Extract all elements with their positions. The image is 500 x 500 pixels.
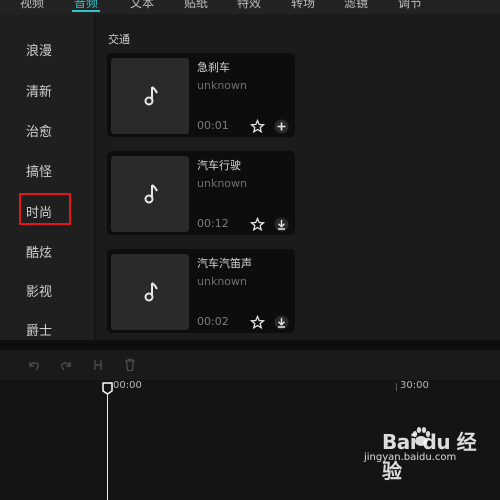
playhead-line[interactable] [107, 392, 108, 500]
timeline-toolbar [0, 350, 500, 380]
watermark-url: jingyan.baidu.com [364, 452, 457, 463]
audio-title: 汽车行驶 [197, 159, 241, 172]
audio-card[interactable]: 汽车行驶 unknown 00:12 [107, 151, 295, 235]
sidebar-item-funny[interactable]: 搞怪 [26, 161, 52, 180]
tab-video[interactable]: 视频 [20, 0, 44, 11]
ruler-start-label: 00:00 [113, 380, 142, 391]
plus-icon[interactable] [274, 119, 289, 134]
tab-text[interactable]: 文本 [130, 0, 154, 11]
audio-thumbnail[interactable] [111, 254, 189, 330]
section-title: 交通 [108, 33, 130, 46]
sidebar-item-film[interactable]: 影视 [26, 281, 52, 300]
sidebar-item-cool[interactable]: 酷炫 [26, 242, 52, 261]
tab-stickers[interactable]: 贴纸 [184, 0, 208, 11]
ruler-mark-label: 30:00 [400, 380, 429, 391]
tab-transitions[interactable]: 转场 [291, 0, 315, 11]
audio-artist: unknown [197, 79, 247, 92]
redo-icon[interactable] [59, 358, 73, 372]
audio-thumbnail[interactable] [111, 58, 189, 134]
audio-title: 汽车汽笛声 [197, 257, 252, 270]
download-icon[interactable] [274, 217, 289, 232]
audio-title: 急刹车 [197, 61, 230, 74]
audio-card[interactable]: 急刹车 unknown 00:01 [107, 53, 295, 137]
paw-logo [412, 427, 431, 446]
audio-artist: unknown [197, 177, 247, 190]
sidebar-item-romantic[interactable]: 浪漫 [26, 40, 52, 59]
audio-duration: 00:01 [197, 119, 229, 132]
music-note-icon [144, 86, 158, 106]
top-tab-bar: 视频 音频 文本 贴纸 特效 转场 滤镜 调节 [0, 0, 500, 14]
sidebar-item-jazz[interactable]: 爵士 [26, 320, 52, 339]
tab-filters[interactable]: 滤镜 [344, 0, 368, 11]
audio-card[interactable]: 汽车汽笛声 unknown 00:02 [107, 249, 295, 333]
delete-icon[interactable] [123, 358, 137, 372]
sidebar-item-healing[interactable]: 治愈 [26, 121, 52, 140]
highlight-box [19, 193, 71, 225]
tab-effects[interactable]: 特效 [237, 0, 261, 11]
audio-duration: 00:12 [197, 217, 229, 230]
audio-thumbnail[interactable] [111, 156, 189, 232]
audio-duration: 00:02 [197, 315, 229, 328]
split-icon[interactable] [91, 358, 105, 372]
star-icon[interactable] [250, 315, 265, 330]
star-icon[interactable] [250, 119, 265, 134]
watermark: Bai du 经验 jingyan.baidu.com [352, 422, 492, 492]
music-note-icon [144, 184, 158, 204]
star-icon[interactable] [250, 217, 265, 232]
active-tab-indicator [72, 10, 100, 12]
download-icon[interactable] [274, 315, 289, 330]
ruler-tick [396, 383, 397, 391]
undo-icon[interactable] [27, 358, 41, 372]
sidebar-item-fresh[interactable]: 清新 [26, 81, 52, 100]
tab-adjust[interactable]: 调节 [398, 0, 422, 11]
music-note-icon [144, 282, 158, 302]
panel-divider[interactable] [0, 340, 500, 350]
audio-artist: unknown [197, 275, 247, 288]
playhead-handle-icon[interactable] [102, 382, 113, 395]
